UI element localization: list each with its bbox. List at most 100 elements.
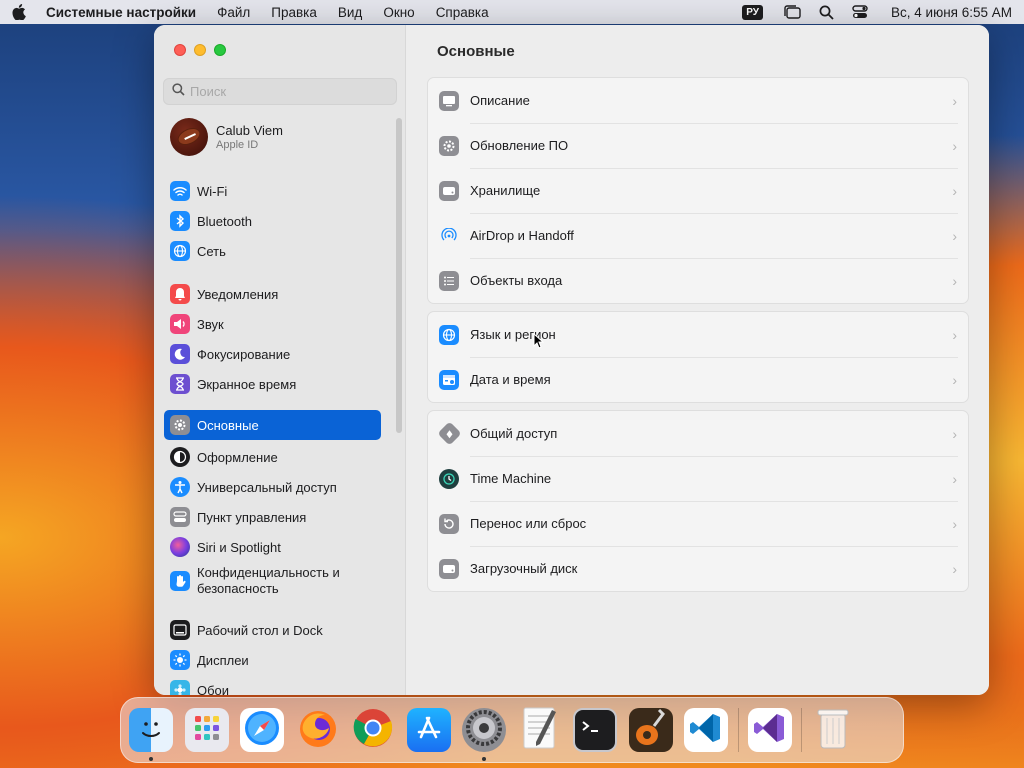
sharing-icon: [437, 421, 462, 446]
sidebar-item-screen-time[interactable]: Экранное время: [164, 370, 381, 398]
row-time-machine[interactable]: Time Machine ›: [428, 456, 968, 501]
globe-icon: [170, 241, 190, 261]
sidebar-item-accessibility[interactable]: Универсальный доступ: [164, 473, 381, 501]
dock-textedit[interactable]: [518, 706, 562, 755]
row-transfer-reset[interactable]: Перенос или сброс ›: [428, 501, 968, 546]
stage-manager-icon[interactable]: [783, 4, 801, 20]
menubar-clock[interactable]: Вс, 4 июня 6:55 AM: [891, 5, 1012, 20]
system-settings-window: Calub Viem Apple ID Wi-Fi Bluetooth Сеть…: [154, 25, 989, 695]
menu-help[interactable]: Справка: [436, 5, 489, 20]
search-input[interactable]: [190, 84, 390, 99]
chevron-right-icon: ›: [952, 561, 957, 577]
wallpaper-icon: [170, 680, 190, 695]
spotlight-search-icon[interactable]: [817, 4, 835, 20]
row-label: Объекты входа: [470, 273, 563, 288]
siri-icon: [170, 537, 190, 557]
sidebar-item-notifications[interactable]: Уведомления: [164, 280, 381, 308]
sidebar-item-label: Пункт управления: [197, 509, 307, 525]
row-storage[interactable]: Хранилище ›: [428, 168, 968, 213]
sidebar-item-wifi[interactable]: Wi-Fi: [164, 177, 381, 205]
dock-terminal[interactable]: [573, 708, 617, 752]
dock-visual-studio[interactable]: [747, 708, 792, 752]
app-menu-title[interactable]: Системные настройки: [46, 5, 196, 20]
content-pane: Основные Описание › Обновление ПО › Хран…: [406, 25, 989, 695]
dock-safari[interactable]: [240, 708, 284, 752]
sidebar-item-sound[interactable]: Звук: [164, 310, 381, 338]
sidebar-item-label: Wi-Fi: [197, 183, 228, 199]
row-about[interactable]: Описание ›: [428, 78, 968, 123]
chevron-right-icon: ›: [952, 228, 957, 244]
sun-icon: [170, 650, 190, 670]
sidebar-item-bluetooth[interactable]: Bluetooth: [164, 207, 381, 235]
settings-group-system: Общий доступ › Time Machine › Перенос ил…: [427, 410, 969, 592]
minimize-window-button[interactable]: [194, 44, 206, 56]
finder-icon: [136, 714, 166, 747]
mouse-cursor-icon: [533, 332, 545, 354]
sidebar-item-label: Сеть: [197, 243, 226, 259]
row-sharing[interactable]: Общий доступ ›: [428, 411, 968, 456]
chevron-right-icon: ›: [952, 372, 957, 388]
chevron-right-icon: ›: [952, 183, 957, 199]
menu-file[interactable]: Файл: [217, 5, 250, 20]
hourglass-icon: [170, 374, 190, 394]
search-icon: [172, 82, 185, 101]
sidebar-item-desktop-dock[interactable]: Рабочий стол и Dock: [164, 616, 381, 644]
sidebar-item-label: Экранное время: [197, 376, 297, 392]
menu-edit[interactable]: Правка: [271, 5, 317, 20]
sidebar-item-privacy-security[interactable]: Конфиденциальность и безопасность: [164, 563, 381, 599]
row-startup-disk[interactable]: Загрузочный диск ›: [428, 546, 968, 591]
row-label: Хранилище: [470, 183, 541, 198]
sidebar-item-network[interactable]: Сеть: [164, 237, 381, 265]
sidebar-item-siri-spotlight[interactable]: Siri и Spotlight: [164, 533, 381, 561]
close-window-button[interactable]: [174, 44, 186, 56]
dock-finder[interactable]: [129, 708, 173, 761]
account-name: Calub Viem: [216, 123, 283, 138]
row-software-update[interactable]: Обновление ПО ›: [428, 123, 968, 168]
dock-chrome[interactable]: [351, 708, 395, 752]
menu-window[interactable]: Окно: [383, 5, 414, 20]
sidebar-item-appearance[interactable]: Оформление: [164, 443, 381, 471]
bluetooth-icon: [170, 211, 190, 231]
dock-garageband[interactable]: [628, 708, 673, 752]
row-label: AirDrop и Handoff: [470, 228, 574, 243]
row-login-items[interactable]: Объекты входа ›: [428, 258, 968, 303]
dock-icon: [170, 620, 190, 640]
row-airdrop-handoff[interactable]: AirDrop и Handoff ›: [428, 213, 968, 258]
dock-firefox[interactable]: [296, 708, 340, 752]
wifi-icon: [170, 181, 190, 201]
app-store-icon: [414, 713, 444, 748]
settings-group-locale: Язык и регион › Дата и время ›: [427, 311, 969, 403]
sidebar-item-label: Универсальный доступ: [197, 479, 337, 495]
textedit-icon: [520, 706, 560, 755]
update-gear-icon: [439, 135, 459, 156]
sidebar-item-displays[interactable]: Дисплеи: [164, 646, 381, 674]
sidebar-item-wallpaper[interactable]: Обои: [164, 676, 381, 695]
menu-view[interactable]: Вид: [338, 5, 362, 20]
chevron-right-icon: ›: [952, 273, 957, 289]
appearance-icon: [170, 447, 190, 467]
zoom-window-button[interactable]: [214, 44, 226, 56]
apple-id-account[interactable]: Calub Viem Apple ID: [170, 118, 283, 156]
display-icon: [439, 90, 459, 111]
apple-menu-icon[interactable]: [12, 4, 28, 20]
dock-separator: [801, 708, 802, 752]
sidebar-search[interactable]: [163, 78, 397, 105]
row-date-time[interactable]: Дата и время ›: [428, 357, 968, 402]
reset-icon: [439, 513, 459, 534]
chrome-icon: [352, 707, 394, 754]
terminal-icon: [580, 718, 610, 743]
trash-icon: [815, 706, 851, 755]
sidebar-scrollbar[interactable]: [396, 118, 402, 433]
input-language-badge[interactable]: РУ: [742, 4, 764, 20]
control-center-menubar-icon[interactable]: [851, 4, 869, 20]
dock-trash[interactable]: [811, 708, 855, 752]
sidebar-item-control-center[interactable]: Пункт управления: [164, 503, 381, 531]
dock-system-settings[interactable]: [462, 708, 506, 761]
accessibility-icon: [170, 477, 190, 497]
sidebar-item-focus[interactable]: Фокусирование: [164, 340, 381, 368]
row-language-region[interactable]: Язык и регион ›: [428, 312, 968, 357]
dock-launchpad[interactable]: [184, 708, 229, 752]
sidebar-item-general[interactable]: Основные: [164, 410, 381, 440]
dock-vscode[interactable]: [684, 708, 728, 752]
dock-app-store[interactable]: [406, 708, 451, 752]
